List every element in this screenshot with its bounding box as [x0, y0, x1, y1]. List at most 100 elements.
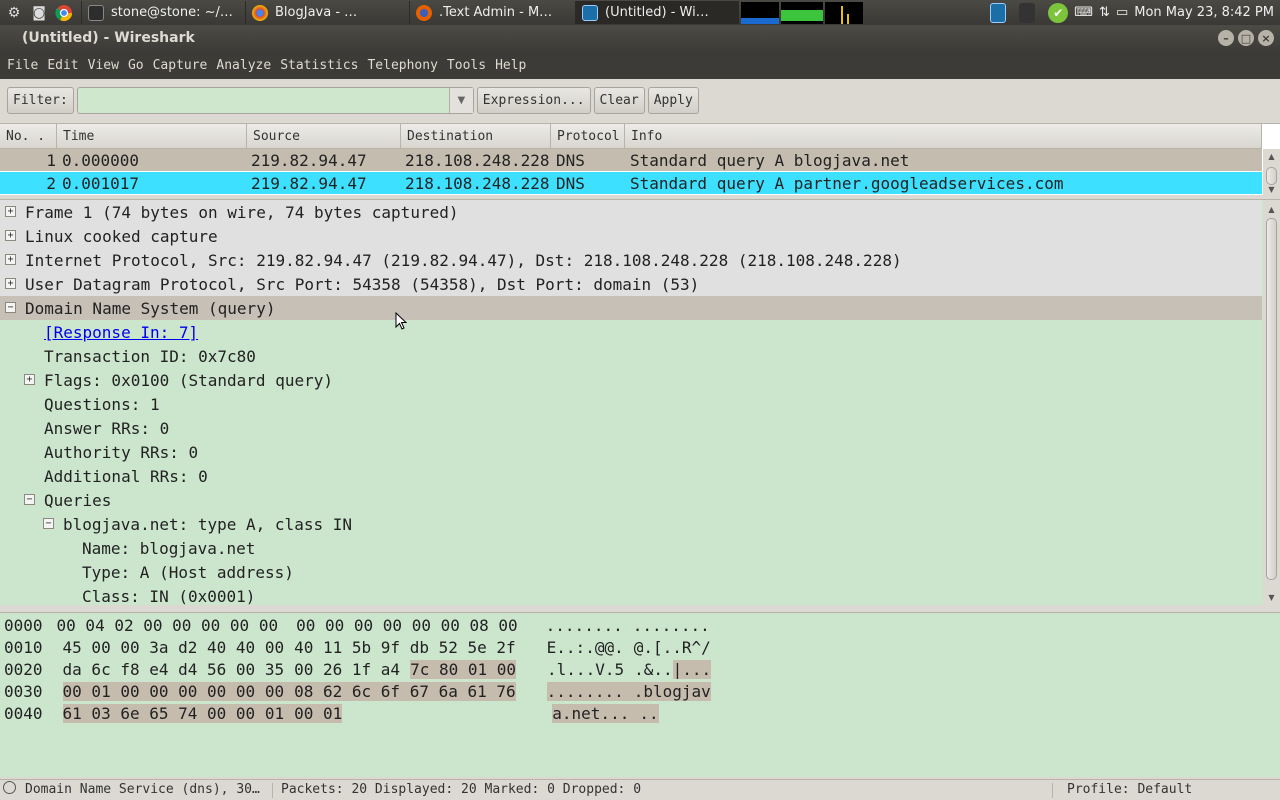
tree-item-type[interactable]: Type: A (Host address) — [0, 560, 1262, 584]
menu-go[interactable]: Go — [128, 58, 144, 73]
taskbar-item-blogjava[interactable]: BlogJava - … — [245, 1, 409, 24]
tree-item-name[interactable]: Name: blogjava.net — [0, 536, 1262, 560]
expand-icon[interactable]: + — [5, 254, 16, 265]
tree-item-class[interactable]: Class: IN (0x0001) — [0, 584, 1262, 606]
statusbar: Domain Name Service (dns), 30… Packets: … — [0, 779, 1280, 800]
network-graph — [825, 1, 863, 24]
menu-analyze[interactable]: Analyze — [216, 58, 271, 73]
hex-line[interactable]: 0040 61 03 6e 65 74 00 00 01 00 01 a.net… — [4, 702, 659, 724]
expand-icon[interactable]: + — [5, 230, 16, 241]
firefox-icon — [416, 4, 432, 21]
scroll-up-icon[interactable]: ▲ — [1263, 202, 1280, 216]
window-titlebar[interactable]: (Untitled) - Wireshark – □ × — [0, 25, 1280, 51]
hex-bytes: 00 00 00 00 00 00 08 00 — [296, 615, 518, 635]
column-header-protocol[interactable]: Protocol — [551, 124, 625, 149]
chrome-launcher-icon[interactable] — [53, 2, 75, 24]
menu-help[interactable]: Help — [495, 58, 526, 73]
taskbar-label: BlogJava - … — [275, 5, 358, 20]
tree-label: Answer RRs: 0 — [44, 418, 170, 438]
menu-capture[interactable]: Capture — [153, 58, 208, 73]
minimize-icon[interactable]: – — [1218, 30, 1234, 46]
screenshot-icon[interactable]: ◙ — [28, 2, 50, 24]
tree-item-query-blogjava[interactable]: − blogjava.net: type A, class IN — [0, 512, 1262, 536]
tree-item-linux-cooked[interactable]: + Linux cooked capture — [0, 224, 1262, 248]
hex-bytes: 40 11 5b 9f db 52 5e 2f — [294, 637, 516, 657]
tree-item-ip[interactable]: + Internet Protocol, Src: 219.82.94.47 (… — [0, 248, 1262, 272]
menu-edit[interactable]: Edit — [47, 58, 78, 73]
scroll-down-icon[interactable]: ▼ — [1263, 590, 1280, 604]
tree-item-questions[interactable]: Questions: 1 — [0, 392, 1262, 416]
column-header-time[interactable]: Time — [57, 124, 247, 149]
wireshark-tray-icon[interactable] — [990, 2, 1007, 23]
clock[interactable]: Mon May 23, 8:42 PM — [1134, 5, 1274, 20]
hex-line[interactable]: 0000 00 04 02 00 00 00 00 00 00 00 00 00… — [4, 614, 710, 636]
expand-icon[interactable]: + — [5, 206, 16, 217]
packet-bytes-pane: 0000 00 04 02 00 00 00 00 00 00 00 00 00… — [0, 612, 1280, 777]
status-separator — [272, 783, 273, 798]
hex-line[interactable]: 0030 00 01 00 00 00 00 00 00 08 62 6c 6f… — [4, 680, 711, 702]
menubar: File Edit View Go Capture Analyze Statis… — [0, 51, 1280, 79]
status-profile[interactable]: Profile: Default — [1067, 782, 1192, 797]
collapse-icon[interactable]: − — [5, 302, 16, 313]
ubuntu-menu-icon[interactable]: ⚙ — [3, 2, 25, 24]
tree-item-frame[interactable]: + Frame 1 (74 bytes on wire, 74 bytes ca… — [0, 200, 1262, 224]
column-header-info[interactable]: Info — [625, 124, 1262, 149]
close-icon[interactable]: × — [1258, 30, 1274, 46]
menu-view[interactable]: View — [88, 58, 119, 73]
tree-item-flags[interactable]: + Flags: 0x0100 (Standard query) — [0, 368, 1262, 392]
scroll-up-icon[interactable]: ▲ — [1263, 149, 1280, 163]
cell-destination: 218.108.248.228 — [405, 173, 550, 193]
tree-label: Type: A (Host address) — [82, 562, 294, 582]
tree-item-udp[interactable]: + User Datagram Protocol, Src Port: 5435… — [0, 272, 1262, 296]
expand-icon[interactable]: + — [5, 278, 16, 289]
clear-button[interactable]: Clear — [593, 87, 645, 114]
update-check-icon[interactable]: ✔ — [1048, 2, 1069, 23]
menu-statistics[interactable]: Statistics — [280, 58, 358, 73]
apply-button[interactable]: Apply — [647, 87, 699, 114]
scrollbar-thumb[interactable] — [1266, 218, 1277, 580]
keyboard-icon[interactable]: ⌨ — [1074, 5, 1093, 20]
window-controls: – □ × — [1218, 30, 1274, 46]
battery-icon[interactable]: ▭ — [1116, 5, 1128, 20]
status-packets: Packets: 20 Displayed: 20 Marked: 0 Drop… — [281, 782, 642, 797]
collapse-icon[interactable]: − — [24, 494, 35, 505]
column-header-source[interactable]: Source — [247, 124, 401, 149]
hex-offset: 0020 — [4, 659, 43, 679]
tree-item-queries[interactable]: − Queries — [0, 488, 1262, 512]
menu-file[interactable]: File — [7, 58, 38, 73]
tree-item-answer-rrs[interactable]: Answer RRs: 0 — [0, 416, 1262, 440]
expression-button[interactable]: Expression... — [476, 87, 591, 114]
filter-combo[interactable]: ▼ — [76, 87, 474, 114]
expert-info-icon[interactable] — [3, 781, 16, 794]
filter-input[interactable] — [77, 88, 448, 113]
tree-item-response-in[interactable]: [Response In: 7] — [0, 320, 1262, 344]
scroll-down-icon[interactable]: ▼ — [1263, 182, 1280, 196]
tree-item-dns[interactable]: − Domain Name System (query) — [0, 296, 1262, 320]
menu-telephony[interactable]: Telephony — [367, 58, 437, 73]
details-scrollbar[interactable]: ▲ ▼ — [1263, 200, 1280, 605]
hex-line[interactable]: 0020 da 6c f8 e4 d4 56 00 35 00 26 1f a4… — [4, 658, 712, 680]
column-header-destination[interactable]: Destination — [401, 124, 551, 149]
taskbar-item-wireshark[interactable]: (Untitled) - Wi… — [575, 1, 739, 24]
hex-line[interactable]: 0010 45 00 00 3a d2 40 40 00 40 11 5b 9f… — [4, 636, 711, 658]
taskbar-item-terminal[interactable]: stone@stone: ~/… — [81, 1, 245, 24]
tree-item-authority-rrs[interactable]: Authority RRs: 0 — [0, 440, 1262, 464]
table-row[interactable]: 1 0.000000 219.82.94.47 218.108.248.228 … — [0, 149, 1262, 171]
tree-item-additional-rrs[interactable]: Additional RRs: 0 — [0, 464, 1262, 488]
response-link[interactable]: [Response In: 7] — [44, 323, 198, 342]
network-updown-icon[interactable]: ⇅ — [1099, 5, 1110, 20]
menu-tools[interactable]: Tools — [447, 58, 486, 73]
table-row[interactable]: 2 0.001017 219.82.94.47 218.108.248.228 … — [0, 172, 1262, 194]
mouse-cursor-icon — [395, 312, 407, 330]
packet-list-scrollbar[interactable]: ▲ ▼ — [1263, 149, 1280, 196]
column-header-no[interactable]: No. . — [0, 124, 57, 149]
expand-icon[interactable]: + — [24, 374, 35, 385]
collapse-icon[interactable]: − — [43, 518, 54, 529]
chevron-down-icon[interactable]: ▼ — [448, 88, 473, 113]
tree-item-transaction-id[interactable]: Transaction ID: 0x7c80 — [0, 344, 1262, 368]
filter-toolbar: Filter: ▼ Expression... Clear Apply — [0, 79, 1280, 122]
taskbar-item-text-admin[interactable]: .Text Admin - M… — [409, 1, 575, 24]
hex-offset: 0030 — [4, 681, 43, 701]
maximize-icon[interactable]: □ — [1238, 30, 1254, 46]
filter-button[interactable]: Filter: — [7, 87, 74, 114]
